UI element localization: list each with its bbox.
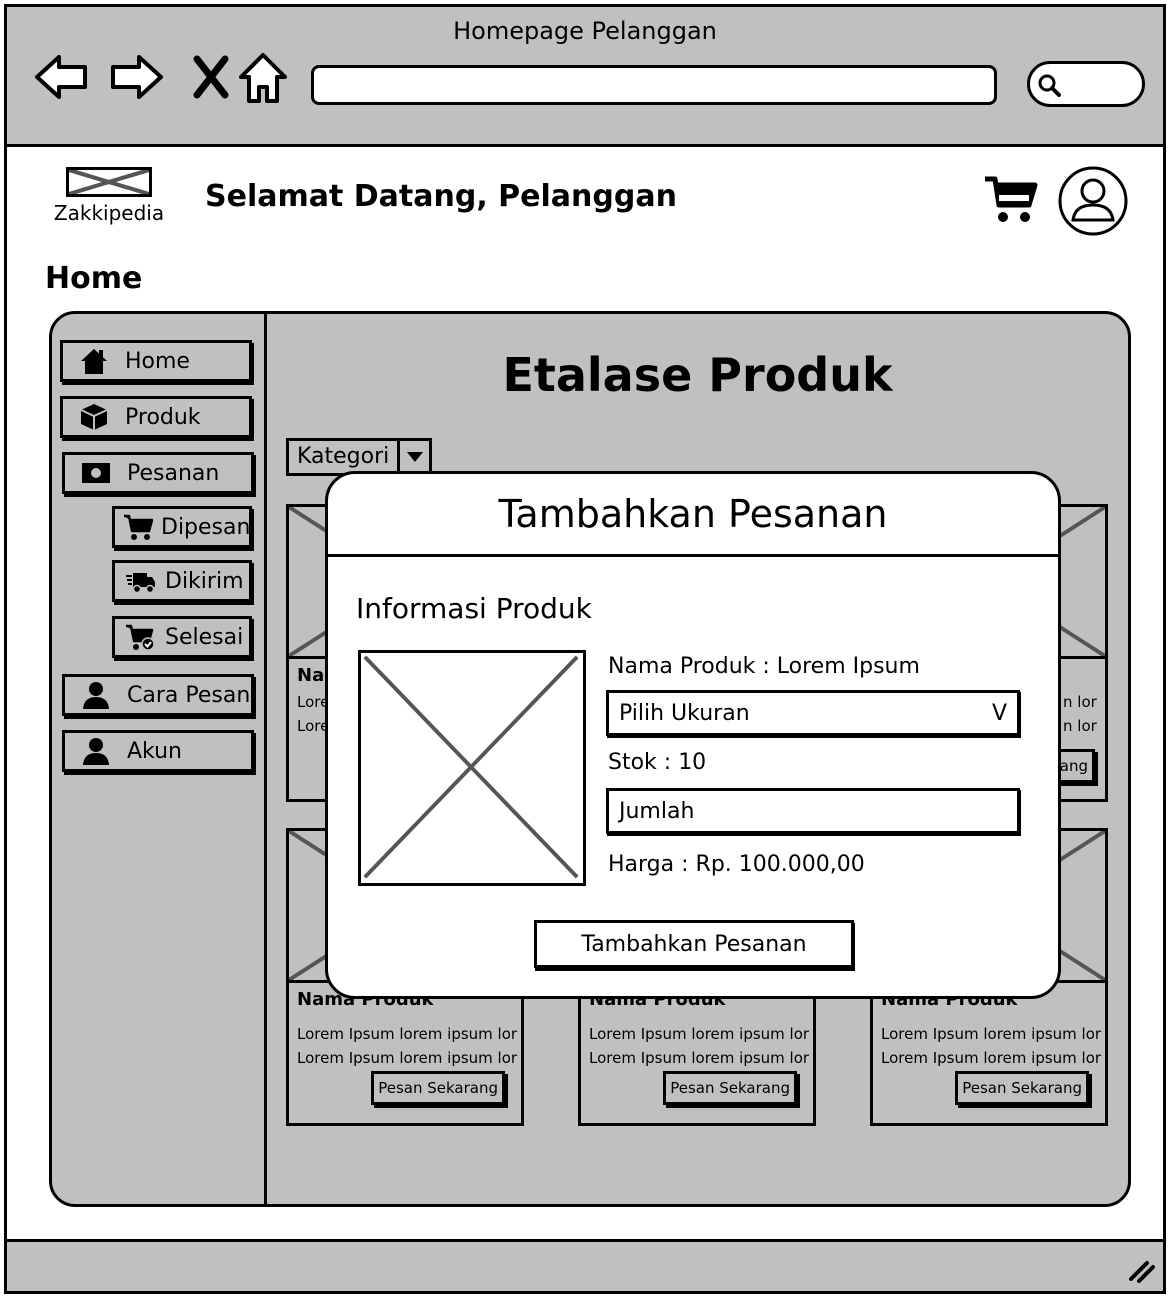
order-now-button[interactable]: Pesan Sekarang [663, 1071, 797, 1105]
sidebar-item-label: Dikirim [165, 568, 244, 594]
cart-check-icon [123, 622, 157, 652]
sidebar-item-selesai[interactable]: Selesai [112, 616, 252, 658]
product-desc: Lorem Ipsum lorem ipsum lor [589, 1025, 810, 1043]
size-select[interactable]: Pilih Ukuran V [606, 690, 1020, 736]
modal-title: Tambahkan Pesanan [498, 492, 888, 536]
sidebar-item-label: Cara Pesan [127, 682, 251, 708]
product-desc: n lor [1063, 693, 1097, 711]
forward-arrow-icon[interactable] [107, 47, 167, 107]
profile-icon [1058, 166, 1128, 236]
welcome-text: Selamat Datang, Pelanggan [205, 179, 677, 214]
sidebar-item-label: Akun [127, 738, 182, 764]
user-icon [79, 736, 113, 766]
browser-window: Homepage Pelanggan Zakkipedia Selamat Da… [4, 4, 1166, 1294]
sidebar-item-dipesan[interactable]: Dipesan [112, 506, 252, 548]
search-icon [1038, 74, 1061, 97]
order-now-button[interactable]: Pesan Sekarang [955, 1071, 1089, 1105]
sidebar-divider [264, 314, 267, 1204]
product-desc: Lorem Ipsum lorem ipsum lor [881, 1025, 1102, 1043]
window-title: Homepage Pelanggan [453, 17, 717, 45]
sidebar-item-dikirim[interactable]: Dikirim [112, 560, 252, 602]
cart-icon [123, 512, 153, 542]
page-title: Home [45, 261, 143, 296]
quantity-placeholder: Jumlah [619, 798, 695, 824]
back-arrow-icon[interactable] [31, 47, 91, 107]
stock-text: Stok : 10 [608, 750, 707, 775]
product-desc: Lorem Ipsum lorem ipsum lor [881, 1049, 1102, 1067]
sidebar-item-label: Dipesan [161, 514, 251, 540]
cart-icon[interactable] [983, 173, 1039, 225]
logo[interactable]: Zakkipedia [53, 167, 165, 225]
sidebar-item-akun[interactable]: Akun [62, 730, 254, 772]
user-icon [79, 680, 113, 710]
product-desc: Lorem Ipsum lorem ipsum lor [297, 1025, 518, 1043]
size-select-caret: V [991, 700, 1007, 726]
sidebar-item-pesanan[interactable]: Pesanan [62, 452, 254, 494]
box-icon [77, 402, 111, 432]
sidebar-item-home[interactable]: Home [60, 340, 252, 382]
sidebar-item-produk[interactable]: Produk [60, 396, 252, 438]
product-name: Na [297, 665, 325, 686]
add-order-modal: Tambahkan Pesanan Informasi Produk Nama … [325, 471, 1061, 999]
search-box[interactable] [1027, 61, 1145, 107]
address-bar[interactable] [311, 65, 997, 105]
logo-text: Zakkipedia [53, 201, 165, 225]
product-desc: n lor [1063, 717, 1097, 735]
money-icon [79, 458, 113, 488]
sidebar-item-cara-pesan[interactable]: Cara Pesan [62, 674, 254, 716]
quantity-input[interactable]: Jumlah [606, 788, 1020, 834]
sidebar-item-label: Produk [125, 404, 201, 430]
price-text: Harga : Rp. 100.000,00 [608, 852, 865, 877]
home-nav-icon[interactable] [233, 47, 293, 107]
avatar[interactable] [1057, 165, 1129, 237]
section-title: Etalase Produk [502, 348, 893, 402]
product-image [358, 650, 586, 886]
sidebar-item-label: Selesai [165, 624, 244, 650]
order-now-button[interactable]: Pesan Sekarang [371, 1071, 505, 1105]
modal-divider [328, 554, 1058, 557]
chevron-down-icon [397, 441, 429, 473]
sidebar-item-label: Pesanan [127, 460, 220, 486]
close-icon[interactable] [181, 47, 241, 107]
add-order-button[interactable]: Tambahkan Pesanan [534, 920, 854, 968]
logo-image [66, 167, 152, 197]
browser-toolbar: Homepage Pelanggan [7, 7, 1163, 147]
status-bar [7, 1239, 1163, 1291]
resize-grip-icon[interactable] [1125, 1255, 1155, 1285]
sidebar-item-label: Home [125, 348, 190, 374]
truck-icon [123, 566, 157, 596]
product-name-text: Nama Produk : Lorem Ipsum [608, 654, 920, 679]
size-select-value: Pilih Ukuran [619, 700, 750, 726]
category-label: Kategori [297, 444, 390, 469]
section-label: Informasi Produk [356, 592, 592, 625]
product-desc: Lorem Ipsum lorem ipsum lor [589, 1049, 810, 1067]
product-desc: Lorem Ipsum lorem ipsum lor [297, 1049, 518, 1067]
home-icon [77, 346, 111, 376]
